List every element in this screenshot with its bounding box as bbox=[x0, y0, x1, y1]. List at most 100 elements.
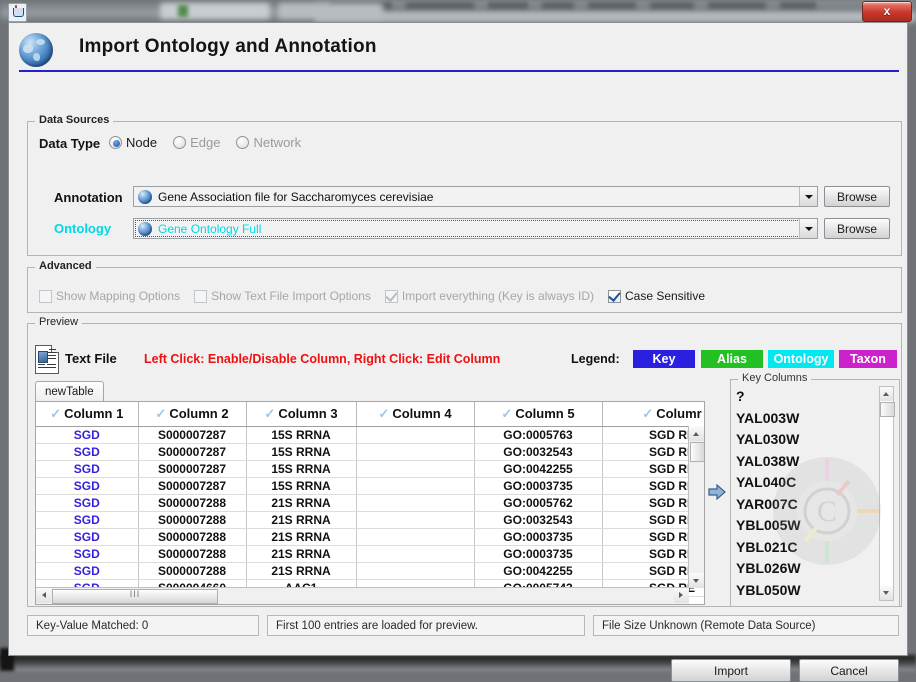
check-icon: ✓ bbox=[378, 406, 389, 421]
table-cell: 21S RRNA bbox=[246, 495, 356, 512]
column-header-3[interactable]: ✓Column 3 bbox=[246, 402, 356, 427]
table-row: SGDS00000728821S RRNA GO:0005762SGD RE bbox=[36, 495, 705, 512]
radio-edge-label: Edge bbox=[190, 135, 220, 150]
chevron-down-icon[interactable] bbox=[799, 219, 817, 238]
table-header-row: ✓Column 1 ✓Column 2 ✓Column 3 ✓Column 4 … bbox=[36, 402, 705, 427]
scroll-right-icon[interactable] bbox=[674, 588, 689, 603]
table-row: SGDS00000728821S RRNA GO:0032543SGD RE bbox=[36, 512, 705, 529]
table-cell: S000007287 bbox=[138, 427, 246, 444]
radio-network[interactable] bbox=[236, 136, 249, 149]
right-arrow-icon bbox=[708, 484, 726, 500]
legend-badge-key[interactable]: Key bbox=[633, 350, 695, 368]
key-column-item[interactable]: YBL026W bbox=[736, 558, 878, 580]
table-cell: S000007288 bbox=[138, 563, 246, 580]
key-column-item[interactable]: YAL003W bbox=[736, 408, 878, 430]
chevron-down-icon[interactable] bbox=[799, 187, 817, 206]
checkbox-show-text-file-import-options[interactable] bbox=[194, 290, 207, 303]
checkbox-case-sensitive-label: Case Sensitive bbox=[625, 289, 705, 303]
table-cell: SGD bbox=[36, 478, 138, 495]
scroll-down-icon[interactable] bbox=[880, 586, 893, 600]
key-column-item[interactable]: YAL030W bbox=[736, 429, 878, 451]
column-header-6[interactable]: ✓Columr bbox=[602, 402, 705, 427]
column-header-2[interactable]: ✓Column 2 bbox=[138, 402, 246, 427]
annotation-browse-button[interactable]: Browse bbox=[824, 186, 890, 207]
check-icon: ✓ bbox=[264, 406, 275, 421]
scroll-thumb[interactable] bbox=[690, 442, 705, 462]
key-column-item[interactable]: YAR007C bbox=[736, 494, 878, 516]
annotation-value: Gene Association file for Saccharomyces … bbox=[158, 190, 433, 204]
scroll-thumb[interactable] bbox=[880, 402, 895, 417]
check-icon: ✓ bbox=[642, 406, 653, 421]
table-cell bbox=[356, 529, 474, 546]
table-cell bbox=[356, 512, 474, 529]
key-columns-group-label: Key Columns bbox=[738, 372, 811, 384]
checkbox-import-everything[interactable] bbox=[385, 290, 398, 303]
table-cell: S000007288 bbox=[138, 512, 246, 529]
checkbox-show-mapping-options[interactable] bbox=[39, 290, 52, 303]
legend-badge-alias[interactable]: Alias bbox=[701, 350, 763, 368]
table-horizontal-scrollbar[interactable] bbox=[36, 587, 689, 604]
tab-newtable[interactable]: newTable bbox=[35, 381, 104, 401]
table-cell: 21S RRNA bbox=[246, 512, 356, 529]
table-row: SGDS00000728821S RRNA GO:0042255SGD RE bbox=[36, 563, 705, 580]
table-cell: SGD bbox=[36, 495, 138, 512]
scroll-left-icon[interactable] bbox=[36, 588, 51, 603]
column-header-4[interactable]: ✓Column 4 bbox=[356, 402, 474, 427]
column-header-5[interactable]: ✓Column 5 bbox=[474, 402, 602, 427]
table-cell: GO:0003735 bbox=[474, 529, 602, 546]
table-cell bbox=[356, 427, 474, 444]
table-vertical-scrollbar[interactable] bbox=[688, 426, 704, 588]
key-columns-list: ?YAL003WYAL030WYAL038WYAL040CYAR007CYBL0… bbox=[736, 386, 878, 601]
table-cell: GO:0042255 bbox=[474, 461, 602, 478]
annotation-label: Annotation bbox=[54, 190, 123, 205]
close-button[interactable]: x bbox=[862, 1, 912, 22]
checkbox-import-everything-label: Import everything (Key is always ID) bbox=[402, 289, 594, 303]
radio-node[interactable] bbox=[109, 136, 122, 149]
scroll-up-icon[interactable] bbox=[689, 426, 704, 441]
annotation-combo[interactable]: Gene Association file for Saccharomyces … bbox=[133, 186, 818, 207]
close-icon: x bbox=[863, 2, 911, 21]
table-cell: S000007288 bbox=[138, 495, 246, 512]
table-cell bbox=[356, 546, 474, 563]
ontology-label: Ontology bbox=[54, 221, 111, 236]
checkbox-case-sensitive[interactable] bbox=[608, 290, 621, 303]
ontology-browse-button[interactable]: Browse bbox=[824, 218, 890, 239]
legend-badge-taxon[interactable]: Taxon bbox=[839, 350, 897, 368]
table-cell: S000007287 bbox=[138, 444, 246, 461]
table-cell bbox=[356, 461, 474, 478]
key-column-item[interactable]: YBL021C bbox=[736, 537, 878, 559]
table-cell: 21S RRNA bbox=[246, 563, 356, 580]
table-cell: SGD bbox=[36, 444, 138, 461]
table-cell bbox=[356, 495, 474, 512]
table-cell: GO:0003735 bbox=[474, 546, 602, 563]
scroll-down-icon[interactable] bbox=[689, 573, 704, 588]
key-column-item[interactable]: YAL038W bbox=[736, 451, 878, 473]
status-preview-note: First 100 entries are loaded for preview… bbox=[267, 615, 585, 636]
table-row: SGDS00000728821S RRNA GO:0003735SGD RE bbox=[36, 546, 705, 563]
text-file-icon bbox=[35, 345, 59, 374]
table-cell: SGD bbox=[36, 512, 138, 529]
scroll-thumb[interactable] bbox=[52, 589, 218, 604]
data-type-label: Data Type bbox=[39, 136, 100, 151]
key-column-item[interactable]: YBL005W bbox=[736, 515, 878, 537]
table-cell bbox=[356, 444, 474, 461]
key-column-item[interactable]: YBL050W bbox=[736, 580, 878, 602]
column-header-1[interactable]: ✓Column 1 bbox=[36, 402, 138, 427]
table-cell bbox=[356, 478, 474, 495]
table-cell: GO:0005763 bbox=[474, 427, 602, 444]
ontology-combo[interactable]: Gene Ontology Full bbox=[133, 218, 818, 239]
table-cell: SGD bbox=[36, 461, 138, 478]
legend-badge-ontology[interactable]: Ontology bbox=[768, 350, 834, 368]
table-row: SGDS00000728715S RRNA GO:0042255SGD RE bbox=[36, 461, 705, 478]
scroll-up-icon[interactable] bbox=[880, 387, 893, 401]
key-column-item[interactable]: ? bbox=[736, 386, 878, 408]
key-column-item[interactable]: YAL040C bbox=[736, 472, 878, 494]
status-key-value-matched: Key-Value Matched: 0 bbox=[27, 615, 259, 636]
checkbox-show-mapping-options-label: Show Mapping Options bbox=[56, 289, 180, 303]
key-columns-scrollbar[interactable] bbox=[879, 386, 894, 601]
globe-icon bbox=[138, 222, 152, 236]
table-cell: GO:0005762 bbox=[474, 495, 602, 512]
radio-edge[interactable] bbox=[173, 136, 186, 149]
table-cell: SGD bbox=[36, 427, 138, 444]
table-cell: SGD bbox=[36, 563, 138, 580]
